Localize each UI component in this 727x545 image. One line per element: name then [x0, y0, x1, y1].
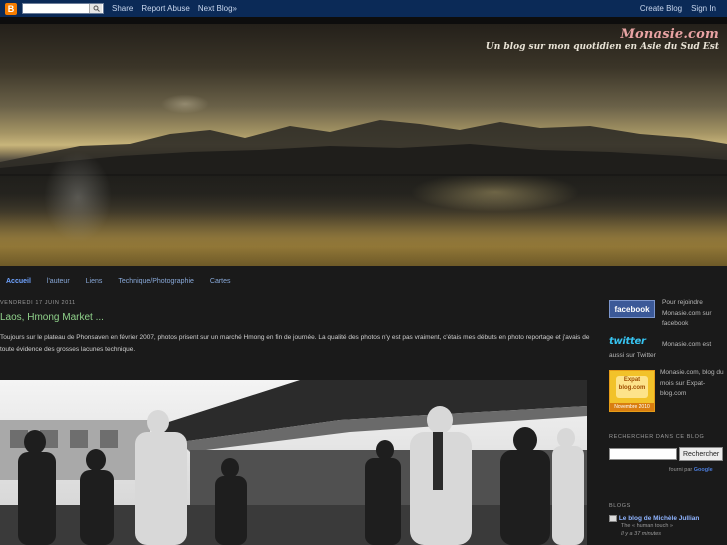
- sign-in-link[interactable]: Sign In: [691, 4, 716, 13]
- expat-badge-ribbon: Novembre 2010: [610, 403, 654, 411]
- tab-auteur[interactable]: l'auteur: [47, 278, 70, 285]
- search-widget-heading: Rechercher dans ce blog: [609, 434, 705, 440]
- sidebar: facebook Pour rejoindre Monasie.com sur …: [609, 296, 727, 545]
- blog-description: Un blog sur mon quotidien en Asie du Sud…: [485, 42, 719, 52]
- post-photo-hmong-market[interactable]: [0, 380, 587, 545]
- facebook-text[interactable]: Pour rejoindre Monasie.com sur facebook: [662, 298, 726, 330]
- blogger-logo-icon[interactable]: B: [5, 2, 17, 15]
- tab-cartes[interactable]: Cartes: [210, 278, 231, 285]
- tab-technique-photographie[interactable]: Technique/Photographie: [118, 278, 194, 285]
- blog-favicon-icon: [609, 515, 617, 522]
- google-credit: fourni par Google: [669, 467, 713, 473]
- tab-accueil[interactable]: Accueil: [6, 278, 31, 285]
- post-date: vendredi 17 juin 2011: [0, 300, 76, 306]
- sidebar-search-button[interactable]: Rechercher: [679, 447, 724, 461]
- google-logo-icon: Google: [693, 467, 713, 473]
- twitter-text[interactable]: Monasie.com est aussi sur Twitter: [609, 340, 725, 361]
- header-banner[interactable]: Monasie.com Un blog sur mon quotidien en…: [0, 24, 727, 266]
- expat-text[interactable]: Monasie.com, blog du mois sur Expat-blog…: [660, 368, 726, 400]
- create-blog-link[interactable]: Create Blog: [640, 4, 682, 13]
- post-title[interactable]: Laos, Hmong Market ...: [0, 312, 104, 323]
- share-link[interactable]: Share: [112, 4, 133, 13]
- post-body-text: Toujours sur le plateau de Phonsaven en …: [0, 334, 590, 353]
- next-blog-link[interactable]: Next Blog»: [198, 4, 237, 13]
- blog-title[interactable]: Monasie.com: [620, 27, 719, 42]
- expat-blog-award-badge[interactable]: Expat blog.com Novembre 2010: [609, 370, 655, 412]
- page-tabs: Accueil l'auteur Liens Technique/Photogr…: [0, 266, 600, 296]
- report-abuse-link[interactable]: Report Abuse: [141, 4, 189, 13]
- sidebar-search-input[interactable]: [609, 448, 677, 460]
- navbar-search-box[interactable]: [22, 3, 104, 14]
- navbar-divider: [0, 17, 727, 24]
- banner-clouds: [150, 86, 220, 116]
- sidebar-search-row: Rechercher: [609, 447, 724, 461]
- blog-list-item[interactable]: Le blog de Michèle Jullian The « human t…: [609, 515, 727, 538]
- blog-list-item-time: Il y a 37 minutes: [621, 531, 662, 538]
- banner-portrait-overlay: [18, 132, 138, 262]
- tab-liens[interactable]: Liens: [86, 278, 103, 285]
- navbar-search-input[interactable]: [23, 5, 91, 14]
- magnifier-icon[interactable]: [89, 4, 102, 13]
- expat-badge-label: Expat blog.com: [616, 376, 648, 398]
- blogger-navbar: B Share Report Abuse Next Blog» Create B…: [0, 0, 727, 17]
- blogs-widget-heading: Blogs: [609, 503, 631, 509]
- blog-list-item-snippet: The « human touch »: [621, 523, 673, 530]
- facebook-badge[interactable]: facebook: [609, 300, 655, 318]
- google-credit-prefix: fourni par: [669, 467, 693, 473]
- blog-list-item-title[interactable]: Le blog de Michèle Jullian: [619, 515, 700, 522]
